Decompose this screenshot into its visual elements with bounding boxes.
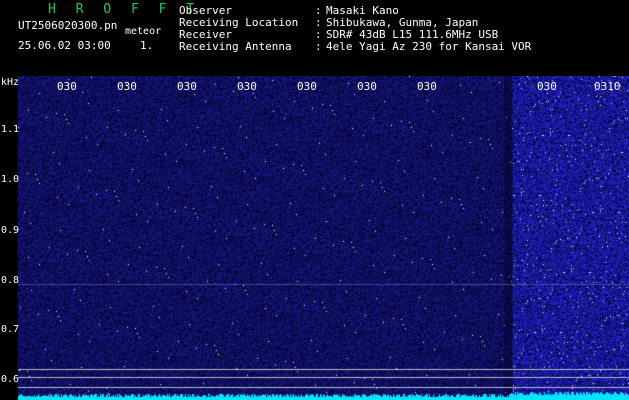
x-tick-label: 030 — [537, 80, 557, 93]
y-tick-label: 0.8 — [1, 275, 20, 286]
x-tick-label: 030 — [177, 80, 197, 93]
x-tick-label: 030 — [297, 80, 317, 93]
y-tick-label: 0.6 — [1, 374, 20, 385]
x-tick-label: 030 — [417, 80, 437, 93]
x-tick-label: 0310 — [594, 80, 621, 93]
x-tick-label: 030 — [357, 80, 377, 93]
location-value: Shibukawa, Gunma, Japan — [326, 16, 479, 29]
antenna-colon: : — [315, 40, 322, 53]
antenna-value: 4ele Yagi Az 230 for Kansai VOR — [326, 40, 532, 53]
observer-label: Observer — [179, 4, 232, 17]
receiver-value: SDR# 43dB L15 111.6MHz USB — [326, 28, 499, 41]
file-name: UT2506020300.pn — [18, 19, 118, 32]
date-time: 25.06.02 03:00 — [18, 39, 111, 52]
location-label: Receiving Location — [179, 16, 299, 29]
location-colon: : — [315, 16, 322, 29]
antenna-label: Receiving Antenna — [179, 40, 292, 53]
x-tick-label: 030 — [57, 80, 77, 93]
receiver-colon: : — [315, 28, 322, 41]
y-axis-unit: kHz — [1, 77, 20, 88]
app-title: H R O F F T — [48, 2, 201, 17]
y-tick-label: 1.0 — [1, 174, 20, 185]
receiver-label: Receiver — [179, 28, 232, 41]
meteor-label: meteor — [125, 26, 162, 37]
observer-value: Masaki Kano — [326, 4, 399, 17]
y-tick-label: 0.9 — [1, 225, 20, 236]
y-tick-label: 0.7 — [1, 324, 20, 335]
y-tick-label: 1.1 — [1, 124, 20, 135]
header-panel: H R O F F T UT2506020300.pn meteor 25.06… — [0, 0, 629, 76]
scale-value: 1. — [140, 39, 154, 52]
x-tick-label: 030 — [117, 80, 137, 93]
x-tick-label: 030 — [237, 80, 257, 93]
spectrogram-canvas — [18, 76, 629, 400]
observer-colon: : — [315, 4, 322, 17]
